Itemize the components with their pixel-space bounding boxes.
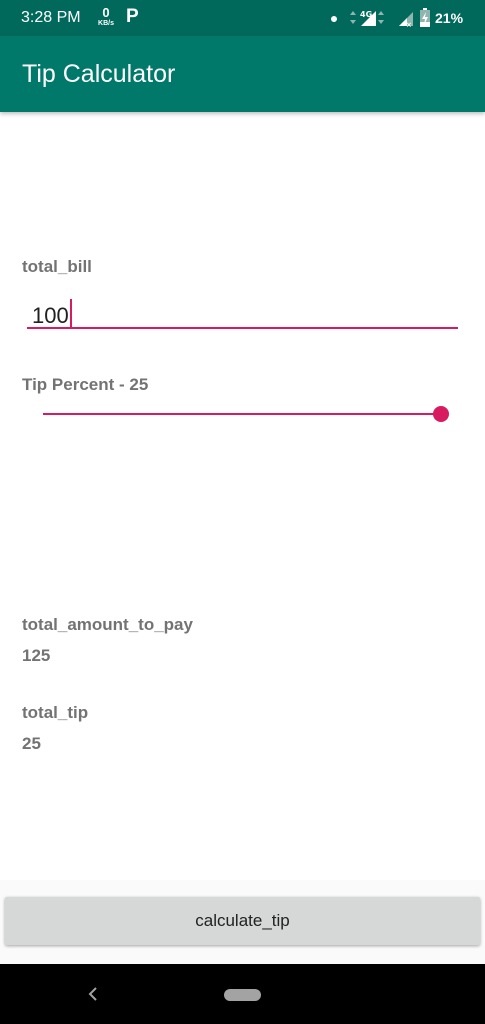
app-bar: Tip Calculator	[0, 36, 485, 112]
home-icon[interactable]	[224, 989, 261, 1001]
parking-icon: P	[126, 6, 139, 27]
total-tip-label: total_tip	[22, 703, 89, 722]
tip-percent-slider[interactable]	[43, 404, 453, 424]
total-amount-value: 125	[22, 646, 51, 665]
slider-thumb[interactable]	[433, 406, 449, 422]
total-amount-label: total_amount_to_pay	[22, 615, 193, 634]
status-time: 3:28 PM	[21, 9, 81, 26]
svg-text:×: ×	[406, 21, 412, 28]
status-bar: 3:28 PM 0 KB/s P 4G × 21%	[0, 0, 485, 36]
notification-dot-icon	[331, 16, 337, 22]
app-title: Tip Calculator	[22, 60, 176, 88]
tip-percent-label: Tip Percent - 25	[22, 375, 149, 394]
calculate-tip-button[interactable]: calculate_tip	[5, 897, 480, 945]
data-speed-unit: KB/s	[98, 20, 114, 27]
total-bill-value: 100	[32, 303, 69, 328]
text-cursor	[69, 299, 72, 329]
signal-4g-icon: 4G	[350, 10, 384, 26]
signal-icon: ×	[399, 12, 413, 28]
data-usage-icon: 0 KB/s	[95, 6, 117, 27]
total-tip-value: 25	[22, 734, 41, 753]
slider-track[interactable]	[43, 413, 442, 415]
total-bill-label: total_bill	[22, 257, 92, 276]
total-bill-input[interactable]: 100	[27, 294, 458, 329]
back-icon[interactable]	[86, 984, 100, 1004]
battery-percentage: 21%	[435, 10, 464, 26]
battery-icon	[420, 8, 430, 27]
data-speed-value: 0	[102, 5, 110, 20]
